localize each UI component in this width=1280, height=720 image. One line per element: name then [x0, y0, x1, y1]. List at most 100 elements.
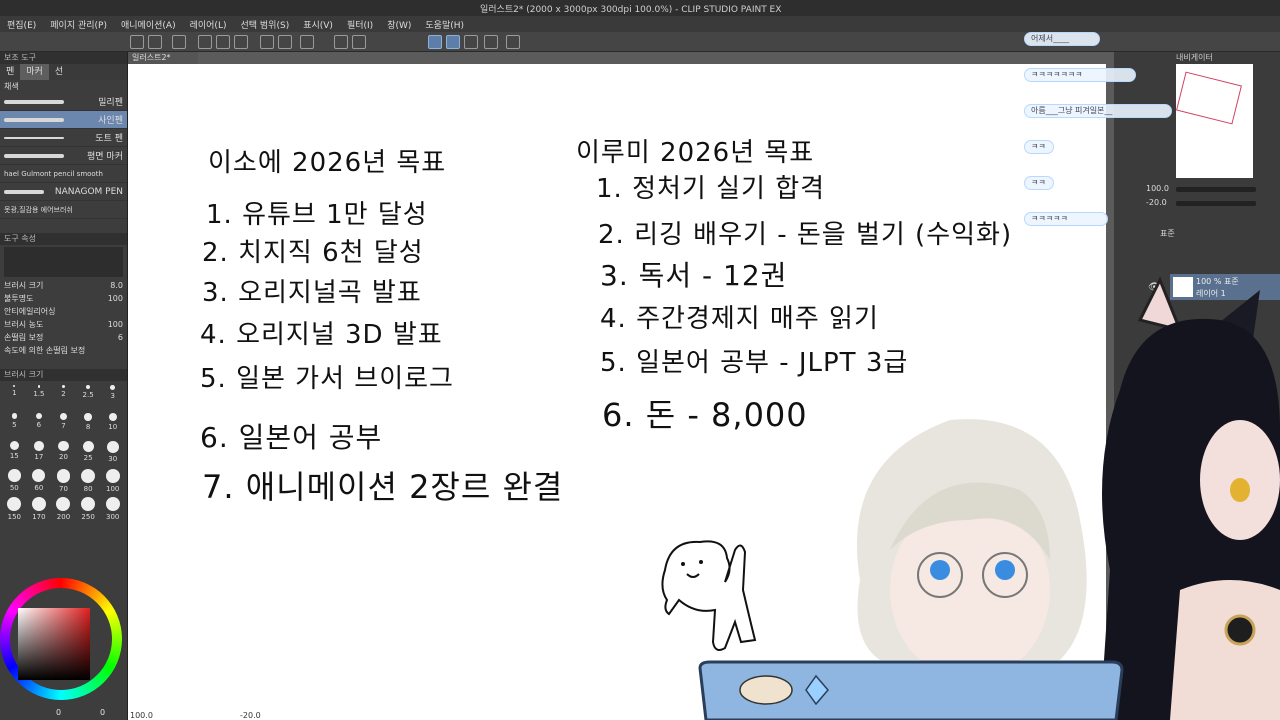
- settings-icon[interactable]: [484, 35, 498, 49]
- transform-icon[interactable]: [352, 35, 366, 49]
- tab-pen[interactable]: 펜: [0, 64, 20, 80]
- brush-stroke-preview: [4, 117, 64, 122]
- brush-label: 평면 마커: [87, 152, 123, 162]
- brush-item[interactable]: 못광,질감용 에어브러쉬: [0, 201, 127, 219]
- brush-size-option[interactable]: 150: [2, 497, 27, 523]
- brush-size-option[interactable]: 3: [100, 385, 125, 411]
- navigator-tab[interactable]: 내비게이터: [1176, 52, 1213, 63]
- brush-item[interactable]: NANAGOM PEN: [0, 183, 127, 201]
- menu-layer[interactable]: 레이어(L): [183, 18, 234, 31]
- copy-icon[interactable]: [198, 35, 212, 49]
- brush-item[interactable]: hael Gulmont pencil smooth: [0, 165, 127, 183]
- prop-value[interactable]: 8.0: [110, 281, 123, 290]
- save-icon[interactable]: [172, 35, 186, 49]
- brush-size-label: 60: [34, 484, 44, 493]
- brush-size-dot: [86, 385, 91, 390]
- blend-mode-select[interactable]: 표준: [1160, 228, 1175, 240]
- tab-line[interactable]: 선: [49, 64, 69, 80]
- zoom-slider[interactable]: [1176, 187, 1256, 192]
- brush-size-option[interactable]: 7: [51, 413, 76, 439]
- prop-value[interactable]: 100: [108, 294, 123, 303]
- chat-bubble: ㅋㅋ: [1024, 176, 1054, 190]
- redo-icon[interactable]: [278, 35, 292, 49]
- rotation-slider[interactable]: [1176, 201, 1256, 206]
- brush-size-option[interactable]: 15: [2, 441, 27, 467]
- prop-speed-stabilization[interactable]: 속도에 의한 손떨림 보정: [0, 344, 127, 357]
- brush-size-dot: [9, 441, 19, 450]
- brush-size-option[interactable]: 250: [76, 497, 101, 523]
- fill-icon[interactable]: [334, 35, 348, 49]
- brush-size-dot: [108, 413, 117, 422]
- brush-size-option[interactable]: 8: [76, 413, 101, 439]
- left-goal-item: 2. 치지직 6천 달성: [202, 238, 424, 268]
- help-icon[interactable]: [506, 35, 520, 49]
- brush-size-option[interactable]: 5: [2, 413, 27, 439]
- clear-icon[interactable]: [234, 35, 248, 49]
- brush-size-option[interactable]: 10: [100, 413, 125, 439]
- new-file-icon[interactable]: [130, 35, 144, 49]
- brush-size-option[interactable]: 30: [100, 441, 125, 467]
- brush-size-option[interactable]: 170: [27, 497, 52, 523]
- brush-size-dot: [81, 469, 96, 483]
- status-rotation: -20.0: [240, 711, 261, 720]
- snap-grid-icon[interactable]: [464, 35, 478, 49]
- brush-size-option[interactable]: 200: [51, 497, 76, 523]
- brush-size-option[interactable]: 6: [27, 413, 52, 439]
- brush-item[interactable]: 사인펜: [0, 111, 127, 129]
- brush-size-label: 8: [85, 422, 91, 431]
- brush-size-dot: [84, 413, 92, 421]
- left-goal-item: 1. 유튜브 1만 달성: [206, 200, 428, 230]
- brush-size-option[interactable]: 60: [27, 469, 52, 495]
- brush-item[interactable]: 도트 펜: [0, 129, 127, 147]
- prop-density[interactable]: 브러시 농도 100: [0, 318, 127, 331]
- brush-size-option[interactable]: 300: [100, 497, 125, 523]
- prop-antialias[interactable]: 안티에일리어싱: [0, 305, 127, 318]
- prop-brush-size[interactable]: 브러시 크기 8.0: [0, 279, 127, 292]
- brush-size-label: 250: [81, 513, 95, 521]
- brush-size-option[interactable]: 20: [51, 441, 76, 467]
- brush-size-option[interactable]: 70: [51, 469, 76, 495]
- brush-size-option[interactable]: 17: [27, 441, 52, 467]
- document-tab[interactable]: 일러스트2*: [128, 52, 198, 64]
- prop-opacity[interactable]: 불투명도 100: [0, 292, 127, 305]
- brush-label: 밀리펜: [98, 98, 123, 108]
- brush-size-option[interactable]: 2.5: [76, 385, 101, 411]
- left-column-title: 이소에 2026년 목표: [208, 148, 447, 178]
- brush-size-label: 6: [36, 421, 42, 430]
- prop-value[interactable]: 6: [118, 333, 123, 342]
- brush-size-dot: [34, 441, 44, 451]
- brush-size-option[interactable]: 2: [51, 385, 76, 411]
- footer-value: 0: [100, 708, 106, 717]
- snap-guide-icon[interactable]: [446, 35, 460, 49]
- brush-size-option[interactable]: 25: [76, 441, 101, 467]
- brush-item[interactable]: 평면 마커: [0, 147, 127, 165]
- menu-edit[interactable]: 편집(E): [0, 18, 43, 31]
- undo-icon[interactable]: [260, 35, 274, 49]
- zoom-value[interactable]: 100.0: [1146, 184, 1169, 196]
- brush-size-option[interactable]: 1: [2, 385, 27, 411]
- brush-size-option[interactable]: 50: [2, 469, 27, 495]
- rotation-value[interactable]: -20.0: [1146, 198, 1167, 210]
- right-goal-item: 4. 주간경제지 매주 읽기: [600, 304, 879, 334]
- prop-stabilization[interactable]: 손떨림 보정 6: [0, 331, 127, 344]
- color-saturation-square[interactable]: [18, 608, 90, 680]
- tab-marker[interactable]: 마커: [20, 64, 49, 80]
- menu-animation[interactable]: 애니메이션(A): [114, 18, 183, 31]
- menu-view[interactable]: 표시(V): [296, 18, 340, 31]
- panel-header-brush-size: 브러시 크기: [0, 369, 127, 381]
- open-file-icon[interactable]: [148, 35, 162, 49]
- snap-ruler-icon[interactable]: [428, 35, 442, 49]
- brush-item[interactable]: 밀리펜: [0, 93, 127, 111]
- prop-value[interactable]: 100: [108, 320, 123, 329]
- deselect-icon[interactable]: [300, 35, 314, 49]
- menu-help[interactable]: 도움말(H): [418, 18, 471, 31]
- paste-icon[interactable]: [216, 35, 230, 49]
- menu-filter[interactable]: 필터(I): [340, 18, 380, 31]
- brush-size-option[interactable]: 100: [100, 469, 125, 495]
- menu-window[interactable]: 창(W): [380, 18, 418, 31]
- brush-size-dot: [32, 469, 46, 483]
- menu-page[interactable]: 페이지 관리(P): [43, 18, 114, 31]
- brush-size-option[interactable]: 1.5: [27, 385, 52, 411]
- brush-size-option[interactable]: 80: [76, 469, 101, 495]
- menu-selection[interactable]: 선택 범위(S): [233, 18, 296, 31]
